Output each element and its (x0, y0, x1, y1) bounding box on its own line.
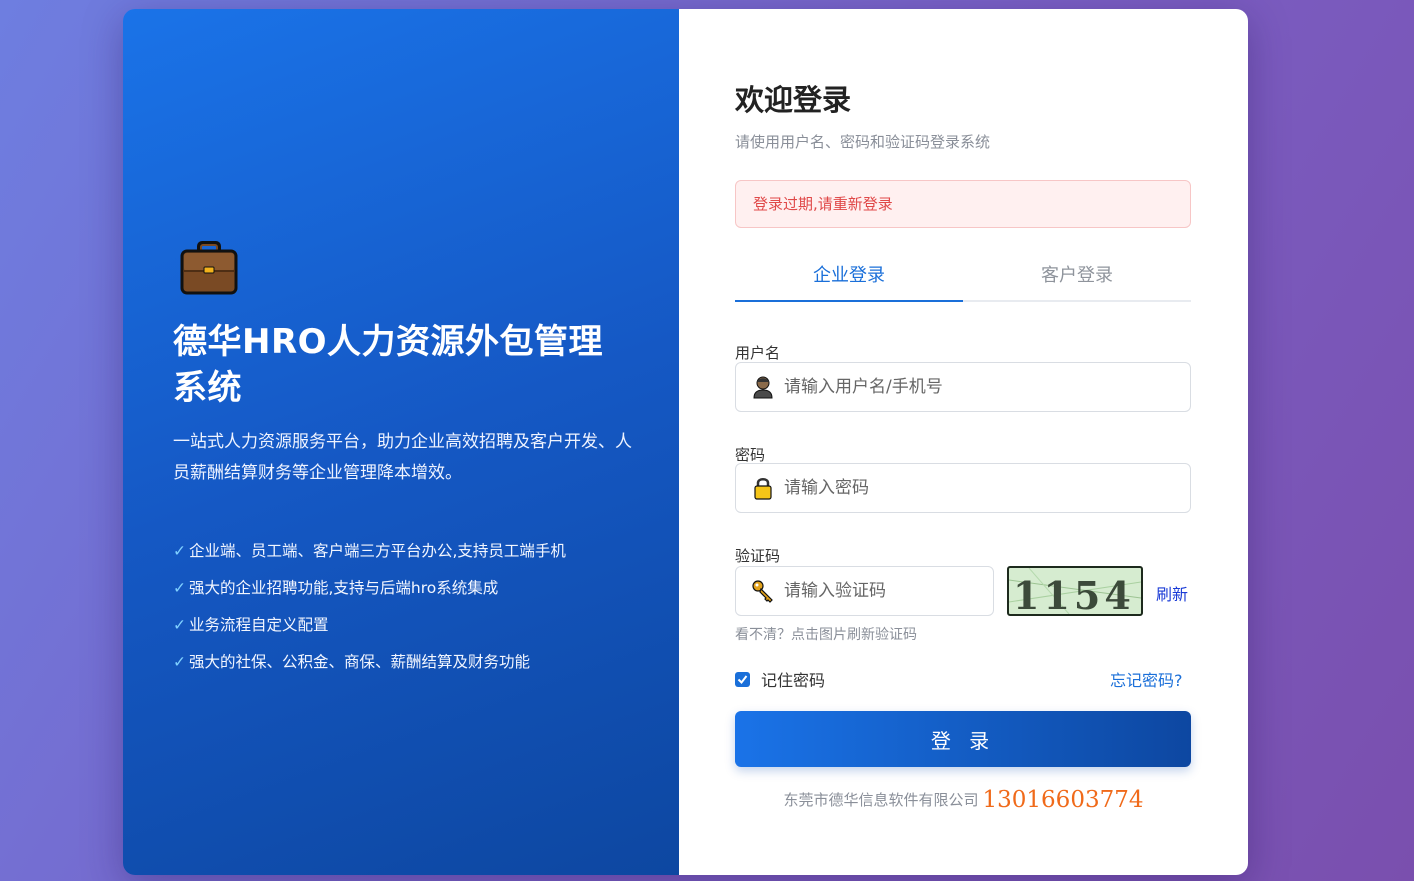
tab-customer-login[interactable]: 客户登录 (963, 259, 1191, 300)
check-icon: ✓ (173, 616, 186, 634)
user-icon (751, 375, 775, 399)
login-card: 德华HRO人力资源外包管理系统 一站式人力资源服务平台，助力企业高效招聘及客户开… (123, 9, 1248, 875)
key-icon (751, 579, 775, 603)
password-input[interactable] (784, 464, 1190, 512)
briefcase-icon (179, 241, 238, 295)
footer: 东莞市德华信息软件有限公司 13016603774 (679, 787, 1248, 813)
lock-icon (751, 476, 775, 500)
system-description: 一站式人力资源服务平台，助力企业高效招聘及客户开发、人员薪酬结算财务等企业管理降… (173, 432, 632, 483)
password-field-wrapper (735, 463, 1191, 513)
username-input[interactable] (784, 363, 1190, 411)
check-icon: ✓ (173, 542, 186, 560)
check-icon: ✓ (173, 653, 186, 671)
contact-phone: 13016603774 (982, 787, 1144, 813)
login-panel: 欢迎登录 请使用用户名、密码和验证码登录系统 登录过期,请重新登录 企业登录 客… (679, 9, 1248, 875)
feature-item: ✓ 强大的社保、公积金、商保、薪酬结算及财务功能 (173, 653, 531, 671)
feature-list: ✓ 企业端、员工端、客户端三方平台办公,支持员工端手机 ✓ 强大的企业招聘功能,支持… (173, 533, 643, 681)
remember-password[interactable]: 记住密码 (735, 667, 825, 691)
captcha-refresh-link[interactable]: 刷新 (1156, 581, 1188, 605)
captcha-text: 1154 (1013, 573, 1135, 614)
password-label: 密码 (735, 446, 766, 464)
remember-checkbox[interactable] (735, 671, 750, 687)
brand-panel: 德华HRO人力资源外包管理系统 一站式人力资源服务平台，助力企业高效招聘及客户开… (123, 9, 679, 875)
username-field-wrapper (735, 362, 1191, 412)
remember-label: 记住密码 (761, 671, 826, 690)
login-subtitle: 请使用用户名、密码和验证码登录系统 (735, 133, 991, 151)
captcha-input[interactable] (784, 567, 1003, 615)
system-title: 德华HRO人力资源外包管理系统 (173, 322, 604, 408)
username-label: 用户名 (735, 344, 781, 362)
feature-item: ✓ 企业端、员工端、客户端三方平台办公,支持员工端手机 (173, 542, 566, 560)
captcha-label: 验证码 (735, 547, 781, 565)
forgot-password-link[interactable]: 忘记密码? (1110, 667, 1183, 691)
captcha-field-wrapper (735, 566, 1003, 616)
feature-item: ✓ 业务流程自定义配置 (173, 616, 329, 634)
captcha-image[interactable]: 1154 (1007, 566, 1143, 616)
check-icon: ✓ (173, 579, 186, 597)
company-name: 东莞市德华信息软件有限公司 (783, 791, 979, 809)
session-expired-alert: 登录过期,请重新登录 (735, 180, 1191, 228)
tab-enterprise-login[interactable]: 企业登录 (735, 259, 963, 302)
captcha-hint: 看不清？点击图片刷新验证码 (735, 627, 917, 643)
login-button[interactable]: 登 录 (735, 711, 1191, 767)
feature-item: ✓ 强大的企业招聘功能,支持与后端hro系统集成 (173, 579, 499, 597)
login-title: 欢迎登录 (735, 83, 852, 117)
login-tabs: 企业登录 客户登录 (735, 259, 1191, 302)
